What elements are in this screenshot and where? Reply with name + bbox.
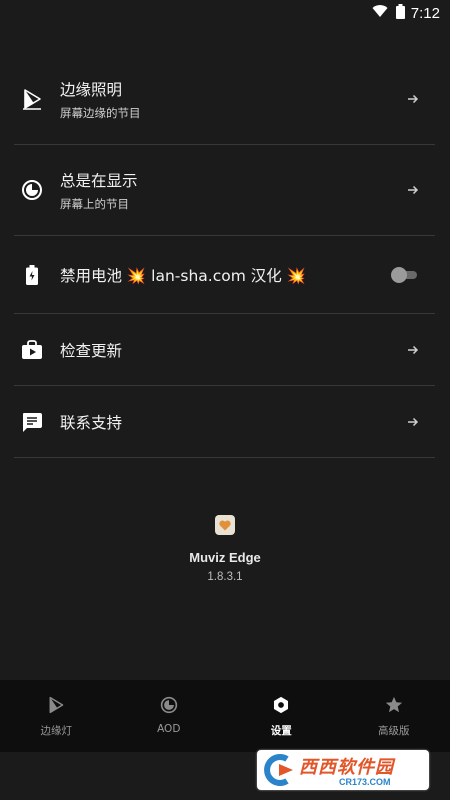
bottom-nav: 边缘灯 AOD 设置 高级版 [0, 680, 450, 752]
tab-settings[interactable]: 设置 [225, 680, 338, 752]
store-icon [16, 334, 48, 366]
heart-logo [215, 515, 235, 535]
arrow-right-icon [405, 342, 421, 358]
arrow-right-icon [405, 91, 421, 107]
menu-item-title: 联系支持 [60, 413, 123, 432]
menu-item-check-update[interactable]: 检查更新 [14, 314, 435, 386]
tab-label: 高级版 [378, 725, 410, 737]
menu-item-always-on-display[interactable]: 总是在显示 屏幕上的节目 [14, 145, 435, 236]
menu-item-contact-support[interactable]: 联系支持 [14, 386, 435, 458]
tab-aod[interactable]: AOD [113, 680, 226, 752]
menu-item-subtitle: 屏幕边缘的节目 [60, 105, 141, 120]
menu-item-edge-lighting[interactable]: 边缘照明 屏幕边缘的节目 [14, 54, 435, 145]
menu-item-subtitle: 屏幕上的节目 [60, 196, 129, 211]
menu-item-disable-battery[interactable]: 禁用电池 💥 lan-sha.com 汉化 💥 [14, 236, 435, 314]
disable-battery-toggle[interactable] [391, 266, 419, 283]
tab-label: AOD [157, 723, 181, 735]
battery-icon [395, 3, 405, 23]
menu-item-title: 禁用电池 💥 lan-sha.com 汉化 💥 [60, 266, 306, 285]
settings-menu: 边缘照明 屏幕边缘的节目 总是在显示 屏幕上的节目 禁用电池 💥 lan-sha… [14, 54, 435, 458]
aod-icon [158, 694, 180, 716]
tab-premium[interactable]: 高级版 [338, 680, 450, 752]
menu-item-title: 检查更新 [60, 341, 123, 360]
tab-label: 边缘灯 [40, 725, 73, 737]
battery-icon [16, 259, 48, 291]
chat-icon [16, 406, 48, 438]
edge-light-icon [45, 694, 67, 716]
app-info: Muviz Edge 1.8.3.1 [0, 515, 450, 583]
app-version: 1.8.3.1 [207, 571, 243, 583]
menu-item-title: 总是在显示 [60, 171, 138, 190]
menu-item-title: 边缘照明 [60, 80, 123, 99]
wifi-icon [372, 4, 388, 22]
arrow-right-icon [405, 182, 421, 198]
gear-icon [270, 694, 292, 716]
watermark-logo [257, 750, 297, 790]
arrow-right-icon [405, 414, 421, 430]
status-time: 7:12 [410, 4, 440, 22]
edge-light-icon [16, 83, 48, 115]
status-bar: 7:12 [0, 0, 450, 26]
tab-edge-light[interactable]: 边缘灯 [0, 680, 113, 752]
tab-label: 设置 [270, 725, 292, 737]
always-on-display-icon [16, 174, 48, 206]
app-name: Muviz Edge [189, 550, 261, 565]
watermark: 西西软件园 CR173.COM [257, 750, 429, 790]
star-icon [383, 694, 405, 716]
watermark-main: 西西软件园 [299, 757, 394, 778]
toggle-thumb [391, 266, 407, 283]
watermark-sub: CR173.COM [339, 777, 391, 787]
